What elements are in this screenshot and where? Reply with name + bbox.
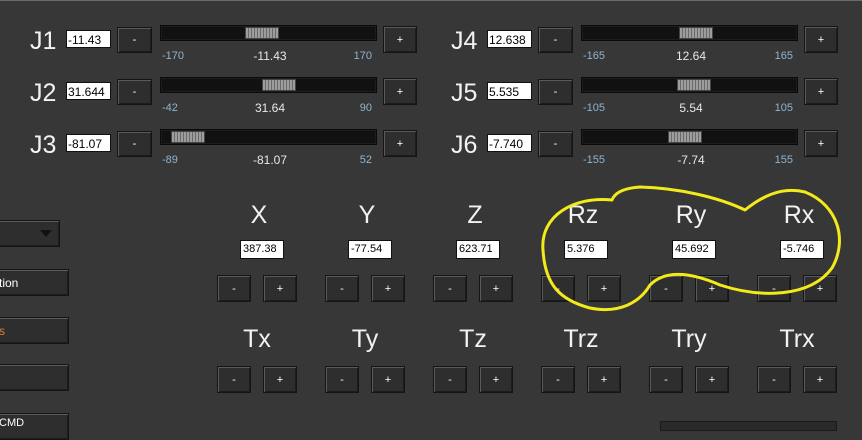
annotation-stroke: [541, 185, 841, 311]
annotation-circle: [541, 185, 841, 311]
